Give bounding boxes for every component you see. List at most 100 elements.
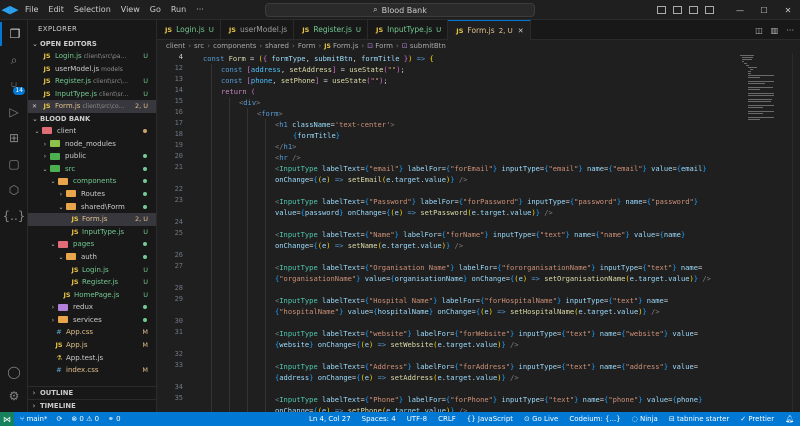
minimap-line (748, 67, 757, 68)
menu-more[interactable]: ··· (191, 5, 209, 14)
tab-register-js[interactable]: JS Register.js U (294, 20, 369, 40)
breadcrumb-item[interactable]: Form (375, 42, 393, 50)
breadcrumb-item[interactable]: shared (265, 42, 289, 50)
toggle-sidebar-icon[interactable] (657, 6, 666, 14)
account-icon[interactable]: ◯ (0, 360, 28, 384)
menu-file[interactable]: File (20, 5, 43, 14)
menu-run[interactable]: Run (166, 5, 191, 14)
project-header[interactable]: ⌄ BLOOD BANK (28, 113, 156, 125)
toggle-panel-icon[interactable] (673, 6, 682, 14)
file-item[interactable]: JS App.js M (28, 339, 156, 352)
folder-item[interactable]: › Routes (28, 188, 156, 201)
customize-layout-icon[interactable] (705, 6, 714, 14)
open-editor-item[interactable]: JS Login.js client\src\pa... U (28, 50, 156, 63)
code-area[interactable]: const Form = ({ formType, submitBtn, for… (203, 53, 753, 412)
file-item[interactable]: JS Login.js U (28, 264, 156, 277)
folder-item[interactable]: › node_modules (28, 138, 156, 151)
folder-item[interactable]: ⌄ client (28, 125, 156, 138)
go-live-button[interactable]: ⊙ Go Live (524, 415, 558, 423)
folder-item[interactable]: ⌄ shared\Form (28, 201, 156, 214)
json-icon[interactable]: {..} (0, 204, 28, 228)
open-editor-item[interactable]: JS Register.js client\src\... U (28, 75, 156, 88)
folder-item[interactable]: › services (28, 314, 156, 327)
folder-item[interactable]: ⌄ src (28, 163, 156, 176)
minimap[interactable] (740, 53, 790, 412)
tab-login-js[interactable]: JS Login.js U (157, 20, 221, 40)
ninja-status[interactable]: ◌ Ninja (632, 415, 658, 423)
breadcrumb-item[interactable]: submitBtn (410, 42, 446, 50)
line-number: 32 (174, 350, 183, 358)
notifications-bell-icon[interactable]: 🔔︎ (785, 415, 794, 423)
maximize-icon[interactable]: ☐ (752, 6, 776, 15)
file-item[interactable]: # index.css M (28, 364, 156, 377)
language-mode[interactable]: {} JavaScript (467, 415, 513, 423)
split-editor-icon[interactable]: ▥ (771, 26, 779, 35)
tree-item-name: App.test.js (66, 353, 104, 362)
timeline-section[interactable]: › TIMELINE (28, 399, 156, 412)
open-editor-item[interactable]: JS userModel.js models (28, 63, 156, 76)
tabnine-status[interactable]: ⊟ tabnine starter (669, 415, 729, 423)
more-actions-icon[interactable]: ··· (786, 26, 794, 35)
settings-gear-icon[interactable]: ⚙ (0, 384, 28, 408)
source-control-icon[interactable]: ⑂ 14 (0, 74, 28, 98)
close-icon[interactable]: ✕ (32, 101, 42, 113)
close-window-icon[interactable]: ✕ (776, 6, 800, 15)
file-item[interactable]: ⚗ App.test.js (28, 352, 156, 365)
file-item[interactable]: JS HomePage.js U (28, 289, 156, 302)
tab-form-js[interactable]: JS Form.js 2, U ✕ (448, 20, 531, 40)
folder-item[interactable]: ⌄ pages (28, 238, 156, 251)
tree-item-name: services (73, 315, 102, 324)
search-view-icon[interactable]: ⌕ (0, 48, 28, 72)
encoding[interactable]: UTF-8 (407, 415, 427, 423)
file-item[interactable]: JS InputType.js U (28, 226, 156, 239)
git-status-badge: U (143, 52, 148, 60)
ports-count[interactable]: ⚭ 0 (108, 415, 121, 423)
problems-count[interactable]: ⊗ 0 ⚠ 0 (71, 415, 99, 423)
cursor-position[interactable]: Ln 4, Col 27 (309, 415, 351, 423)
run-debug-icon[interactable]: ▷ (0, 100, 28, 124)
breadcrumb-item[interactable]: client (166, 42, 185, 50)
breadcrumb-item[interactable]: Form (298, 42, 316, 50)
indentation[interactable]: Spaces: 4 (362, 415, 396, 423)
tab-usermodel-js[interactable]: JS userModel.js (221, 20, 295, 40)
open-editor-item[interactable]: ✕ JS Form.js client\src\co... 2, U (28, 100, 156, 113)
remote-indicator-icon[interactable]: ⋈ (0, 412, 14, 426)
folder-item[interactable]: ⌄ auth (28, 251, 156, 264)
minimap-line (748, 83, 765, 84)
command-center-search[interactable]: ⌕ Blood Bank (265, 3, 535, 17)
codeium-status[interactable]: Codeium: {...} (569, 415, 620, 423)
folder-item[interactable]: › redux (28, 301, 156, 314)
open-editor-item[interactable]: JS InputType.js client\sr... U (28, 88, 156, 101)
end-of-line[interactable]: CRLF (438, 415, 456, 423)
breadcrumb-item[interactable]: components (213, 42, 256, 50)
sync-icon[interactable]: ⟳ (56, 415, 62, 423)
explorer-icon[interactable]: ❐ (0, 22, 28, 46)
menu-edit[interactable]: Edit (43, 5, 69, 14)
code-editor[interactable]: 4 12 13 14 15 16 17 18 19 20 21 22 23 24 25 26 27 28 29 30 3… (157, 53, 800, 412)
breadcrumb-item[interactable]: Form.js (333, 42, 358, 50)
compare-icon[interactable]: ◫ (755, 26, 763, 35)
file-item[interactable]: JS Register.js U (28, 276, 156, 289)
menu-view[interactable]: View (116, 5, 145, 14)
toggle-secondary-sidebar-icon[interactable] (689, 6, 698, 14)
git-branch[interactable]: ⑂ main* (20, 415, 47, 423)
file-item[interactable]: # App.css M (28, 326, 156, 339)
folder-item[interactable]: ⌄ components (28, 175, 156, 188)
minimize-icon[interactable]: — (728, 6, 752, 15)
menu-selection[interactable]: Selection (69, 5, 116, 14)
line-number: 31 (174, 328, 183, 336)
testing-icon[interactable]: ⬡ (0, 178, 28, 202)
prettier-status[interactable]: ✓ Prettier (740, 415, 774, 423)
remote-explorer-icon[interactable]: ▢ (0, 152, 28, 176)
extensions-icon[interactable]: ⊞ (0, 126, 28, 150)
menu-go[interactable]: Go (145, 5, 166, 14)
folder-icon (58, 316, 68, 324)
editor-scrollbar[interactable] (792, 53, 800, 412)
open-editors-header[interactable]: ⌄ OPEN EDITORS (28, 38, 156, 50)
breadcrumb-item[interactable]: src (194, 42, 204, 50)
file-item[interactable]: JS Form.js 2, U (28, 213, 156, 226)
folder-item[interactable]: › public (28, 150, 156, 163)
outline-section[interactable]: › OUTLINE (28, 386, 156, 399)
tab-inputtype-js[interactable]: JS InputType.js U (368, 20, 449, 40)
close-tab-icon[interactable]: ✕ (518, 27, 524, 35)
